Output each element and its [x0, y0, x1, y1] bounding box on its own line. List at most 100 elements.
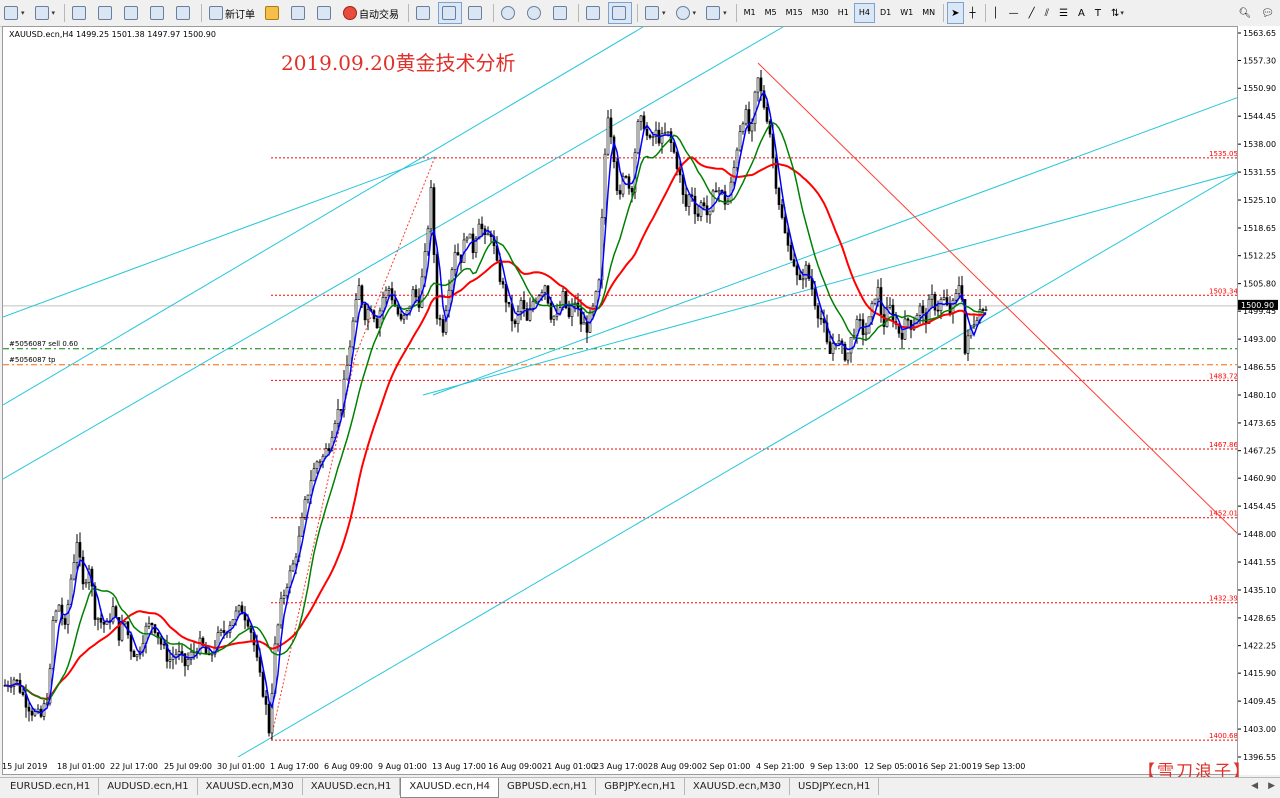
vertical-line-tool-button[interactable]: │	[989, 2, 1003, 24]
timeframe-mn[interactable]: MN	[918, 4, 939, 22]
candle-body	[279, 598, 283, 626]
chart-tab[interactable]: XAUUSD.ecn,M30	[197, 778, 303, 795]
market-watch-button[interactable]	[68, 2, 92, 24]
periods-button[interactable]: ▾	[672, 2, 701, 24]
trend-channel-line[interactable]	[432, 97, 1238, 396]
tab-scroll-right-icon[interactable]: ▶	[1263, 778, 1280, 795]
chart-shift-icon	[612, 6, 627, 20]
candle-body	[795, 265, 799, 276]
trend-channel-line[interactable]	[422, 172, 1238, 396]
autoscroll-button[interactable]	[582, 2, 606, 24]
chart-tab[interactable]: GBPJPY.ecn,H1	[596, 778, 685, 795]
trend-channel-line[interactable]	[3, 27, 644, 406]
candle-body	[942, 297, 946, 300]
timeframe-m5[interactable]: M5	[761, 4, 781, 22]
candle-body	[729, 181, 733, 202]
candlestick-button[interactable]	[438, 2, 463, 24]
channel-icon: ⫽	[1044, 7, 1050, 19]
timeframe-h1[interactable]: H1	[834, 4, 853, 22]
navigator-button[interactable]	[120, 2, 144, 24]
downtrend-line[interactable]	[757, 62, 1238, 535]
trend-channel-line[interactable]	[237, 172, 1238, 758]
candle-body	[798, 274, 802, 280]
candle-body	[348, 346, 352, 366]
tile-windows-button[interactable]	[549, 2, 573, 24]
indicators-button[interactable]: ▾	[641, 2, 670, 24]
search-button[interactable]: 🔍︎	[1235, 2, 1256, 24]
metaeditor-button[interactable]	[261, 2, 285, 24]
timeframe-w1[interactable]: W1	[896, 4, 917, 22]
text-label-tool-button[interactable]: T	[1091, 2, 1105, 24]
timeframe-m15[interactable]: M15	[782, 4, 807, 22]
trendline-tool-button[interactable]: ╱	[1025, 2, 1039, 24]
time-tick-label: 18 Jul 01:00	[57, 762, 105, 771]
tile-windows-icon	[553, 6, 568, 20]
signals-button[interactable]	[287, 2, 311, 24]
equidistant-channel-tool-button[interactable]: ⫽	[1041, 2, 1053, 24]
symbol-info: XAUUSD.ecn,H4 1499.25 1501.38 1497.97 15…	[9, 30, 216, 39]
cursor-tool-button[interactable]: ➤	[947, 2, 964, 24]
chart-tab[interactable]: XAUUSD.ecn,H1	[302, 778, 401, 795]
candle-body	[957, 285, 961, 294]
data-window-button[interactable]	[94, 2, 118, 24]
chat-button[interactable]: 💬︎	[1257, 2, 1278, 24]
candle-body	[402, 315, 406, 320]
trend-channel-line[interactable]	[3, 156, 436, 318]
price-chart[interactable]: 1535.05 1503.34 1483.72 1467.86 1452.01 1432.…	[3, 27, 1238, 775]
chart-tab[interactable]: XAUUSD.ecn,M30	[684, 778, 790, 795]
new-order-button[interactable]: 新订单	[205, 2, 259, 24]
candle-body	[318, 461, 322, 464]
tab-scroll-left-icon[interactable]: ◀	[1246, 778, 1263, 795]
candle-body	[21, 692, 25, 695]
price-tick-label: 1473.65	[1243, 419, 1276, 428]
horizontal-line-tool-button[interactable]: —	[1005, 2, 1023, 24]
arrows-tool-button[interactable]: ⇅ ▾	[1107, 2, 1128, 24]
timeframe-m1[interactable]: M1	[740, 4, 760, 22]
candle-body	[750, 123, 754, 132]
chart-tab[interactable]: XAUUSD.ecn,H4	[400, 778, 499, 798]
profiles-button[interactable]: ▾	[31, 2, 60, 24]
zoom-in-button[interactable]	[497, 2, 521, 24]
chart-tab[interactable]: EURUSD.ecn,H1	[2, 778, 100, 795]
text-tool-button[interactable]: A	[1074, 2, 1089, 24]
strategy-tester-button[interactable]	[172, 2, 196, 24]
candle-body	[243, 613, 247, 621]
market-button[interactable]	[313, 2, 337, 24]
order-tp-label: #5056087 tp	[9, 356, 56, 364]
candle-body	[294, 556, 298, 565]
timeframe-m30[interactable]: M30	[808, 4, 833, 22]
timeframe-h4[interactable]: H4	[853, 3, 875, 23]
line-chart-button[interactable]	[464, 2, 488, 24]
price-tick-label: 1480.10	[1243, 391, 1276, 400]
price-tick-label: 1409.45	[1243, 697, 1276, 706]
new-chart-button[interactable]: ▾	[0, 2, 29, 24]
candle-body	[747, 109, 751, 132]
zoom-out-button[interactable]	[523, 2, 547, 24]
chart-tab[interactable]: USDJPY.ecn,H1	[789, 778, 880, 795]
price-tick-label: 1486.55	[1243, 363, 1276, 372]
templates-button[interactable]: ▾	[702, 2, 731, 24]
price-tick-label: 1454.45	[1243, 502, 1276, 511]
timeframe-d1[interactable]: D1	[876, 4, 895, 22]
candle-body	[480, 223, 484, 230]
trend-channel-line[interactable]	[3, 27, 784, 480]
candle-body	[972, 324, 976, 327]
new-order-label: 新订单	[225, 9, 256, 21]
autotrading-button[interactable]: 自动交易	[339, 2, 403, 24]
terminal-icon	[150, 6, 165, 20]
chart-tab[interactable]: GBPUSD.ecn,H1	[498, 778, 597, 795]
candle-body	[873, 298, 877, 304]
crosshair-tool-button[interactable]: ┼	[966, 2, 980, 24]
chart-tab[interactable]: AUDUSD.ecn,H1	[99, 778, 198, 795]
signals-icon	[291, 6, 306, 20]
chart-window[interactable]: 1535.05 1503.34 1483.72 1467.86 1452.01 1432.…	[2, 26, 1238, 775]
terminal-button[interactable]	[146, 2, 170, 24]
candle-body	[360, 285, 364, 305]
candle-body	[594, 291, 598, 307]
chart-shift-button[interactable]	[608, 2, 633, 24]
candle-body	[675, 151, 679, 169]
candle-body	[324, 448, 328, 457]
candle-body	[732, 167, 736, 183]
fibonacci-tool-button[interactable]: ☰	[1055, 2, 1072, 24]
bar-chart-button[interactable]	[412, 2, 436, 24]
